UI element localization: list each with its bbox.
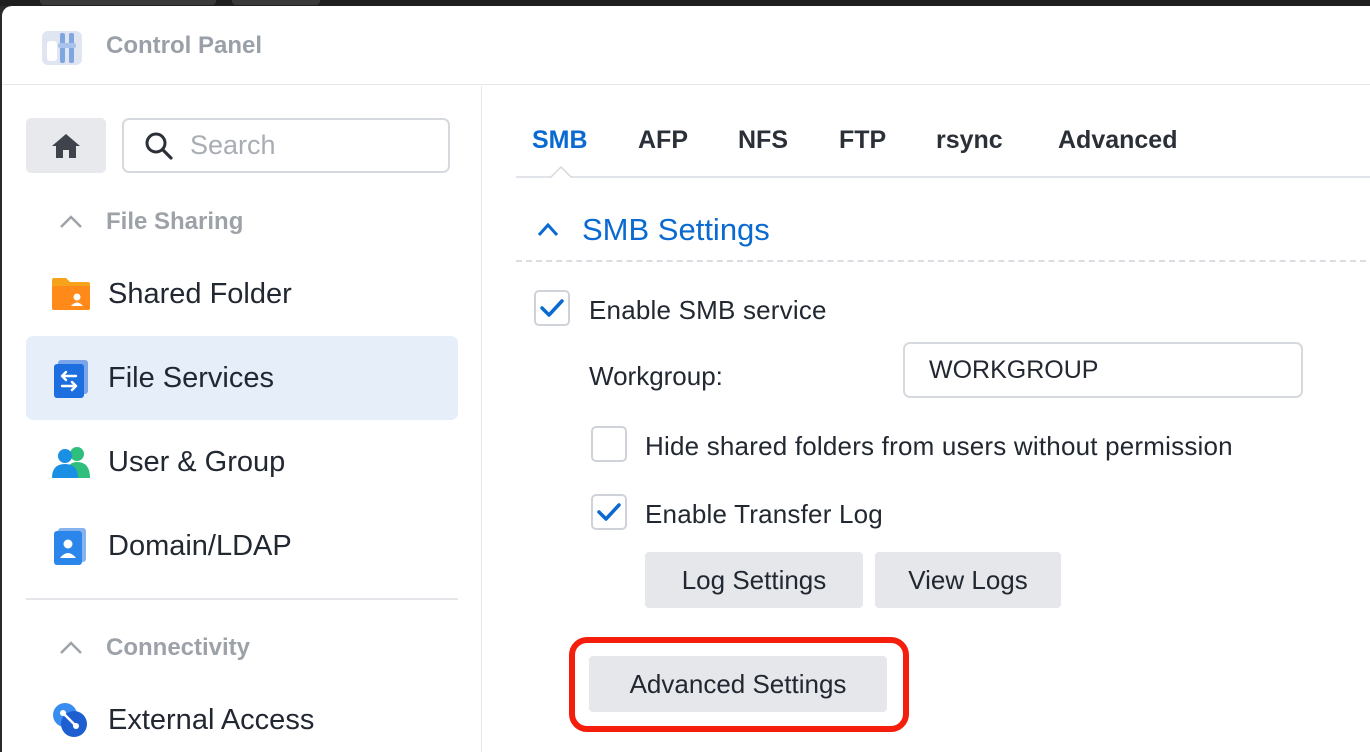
tab-rsync[interactable]: rsync (936, 126, 1003, 155)
main-content: SMB AFP NFS FTP rsync Advanced SMB Setti… (483, 86, 1370, 752)
sidebar-item-label: File Services (108, 361, 274, 394)
sidebar-item-shared-folder[interactable]: Shared Folder (26, 252, 458, 336)
search-input[interactable] (190, 130, 420, 161)
workgroup-input[interactable] (903, 342, 1303, 398)
section-label: Connectivity (106, 634, 251, 661)
chevron-up-icon (537, 222, 559, 237)
sidebar-item-user-group[interactable]: User & Group (26, 420, 458, 504)
enable-smb-checkbox[interactable] (534, 290, 570, 326)
sidebar-item-label: Shared Folder (108, 277, 292, 310)
sidebar-item-external-access[interactable]: External Access (26, 678, 458, 752)
enable-transfer-log-label: Enable Transfer Log (645, 499, 883, 529)
tab-smb[interactable]: SMB (532, 126, 588, 155)
section-header-connectivity[interactable]: Connectivity (58, 634, 250, 662)
hide-shared-folders-checkbox[interactable] (591, 426, 627, 462)
tab-advanced[interactable]: Advanced (1058, 126, 1177, 155)
users-icon (52, 447, 90, 478)
smb-settings-header[interactable]: SMB Settings (516, 200, 1370, 262)
search-box[interactable] (122, 118, 450, 173)
control-panel-app-icon (42, 31, 82, 65)
domain-icon (54, 528, 86, 565)
sidebar-item-label: External Access (108, 703, 315, 736)
tab-ftp[interactable]: FTP (839, 126, 886, 155)
file-services-icon (54, 360, 88, 398)
sidebar: File Sharing Shared Folder File Services (2, 86, 482, 752)
sidebar-item-file-services[interactable]: File Services (26, 336, 458, 420)
log-settings-button[interactable]: Log Settings (645, 552, 863, 608)
folder-icon (52, 278, 90, 310)
browser-tab[interactable] (232, 0, 320, 5)
title-bar: Control Panel (2, 6, 1370, 85)
sidebar-divider (26, 598, 458, 600)
browser-tab[interactable] (40, 0, 216, 5)
chevron-up-icon (60, 641, 82, 654)
checkmark-icon (540, 299, 564, 317)
enable-transfer-log-checkbox[interactable] (591, 494, 627, 530)
advanced-settings-button[interactable]: Advanced Settings (589, 656, 887, 712)
sidebar-item-label: User & Group (108, 445, 286, 478)
chevron-up-icon (60, 215, 82, 228)
home-icon (52, 133, 80, 158)
active-tab-indicator (550, 166, 572, 178)
external-access-icon (53, 703, 87, 737)
section-label: File Sharing (106, 208, 244, 235)
tab-afp[interactable]: AFP (638, 126, 688, 155)
workgroup-label: Workgroup: (589, 361, 723, 391)
enable-smb-label: Enable SMB service (589, 295, 827, 325)
view-logs-button[interactable]: View Logs (875, 552, 1061, 608)
home-button[interactable] (26, 118, 106, 173)
section-header-file-sharing[interactable]: File Sharing (58, 208, 243, 236)
control-panel-window: Control Panel File Sharing (2, 6, 1370, 752)
hide-shared-folders-label: Hide shared folders from users without p… (645, 431, 1233, 461)
section-title: SMB Settings (582, 212, 770, 247)
window-title: Control Panel (106, 32, 263, 59)
checkmark-icon (597, 503, 621, 521)
search-icon (145, 132, 173, 160)
tab-bar: SMB AFP NFS FTP rsync Advanced (516, 86, 1370, 178)
tab-nfs[interactable]: NFS (738, 126, 788, 155)
sidebar-item-domain-ldap[interactable]: Domain/LDAP (26, 504, 458, 588)
sidebar-item-label: Domain/LDAP (108, 529, 292, 562)
